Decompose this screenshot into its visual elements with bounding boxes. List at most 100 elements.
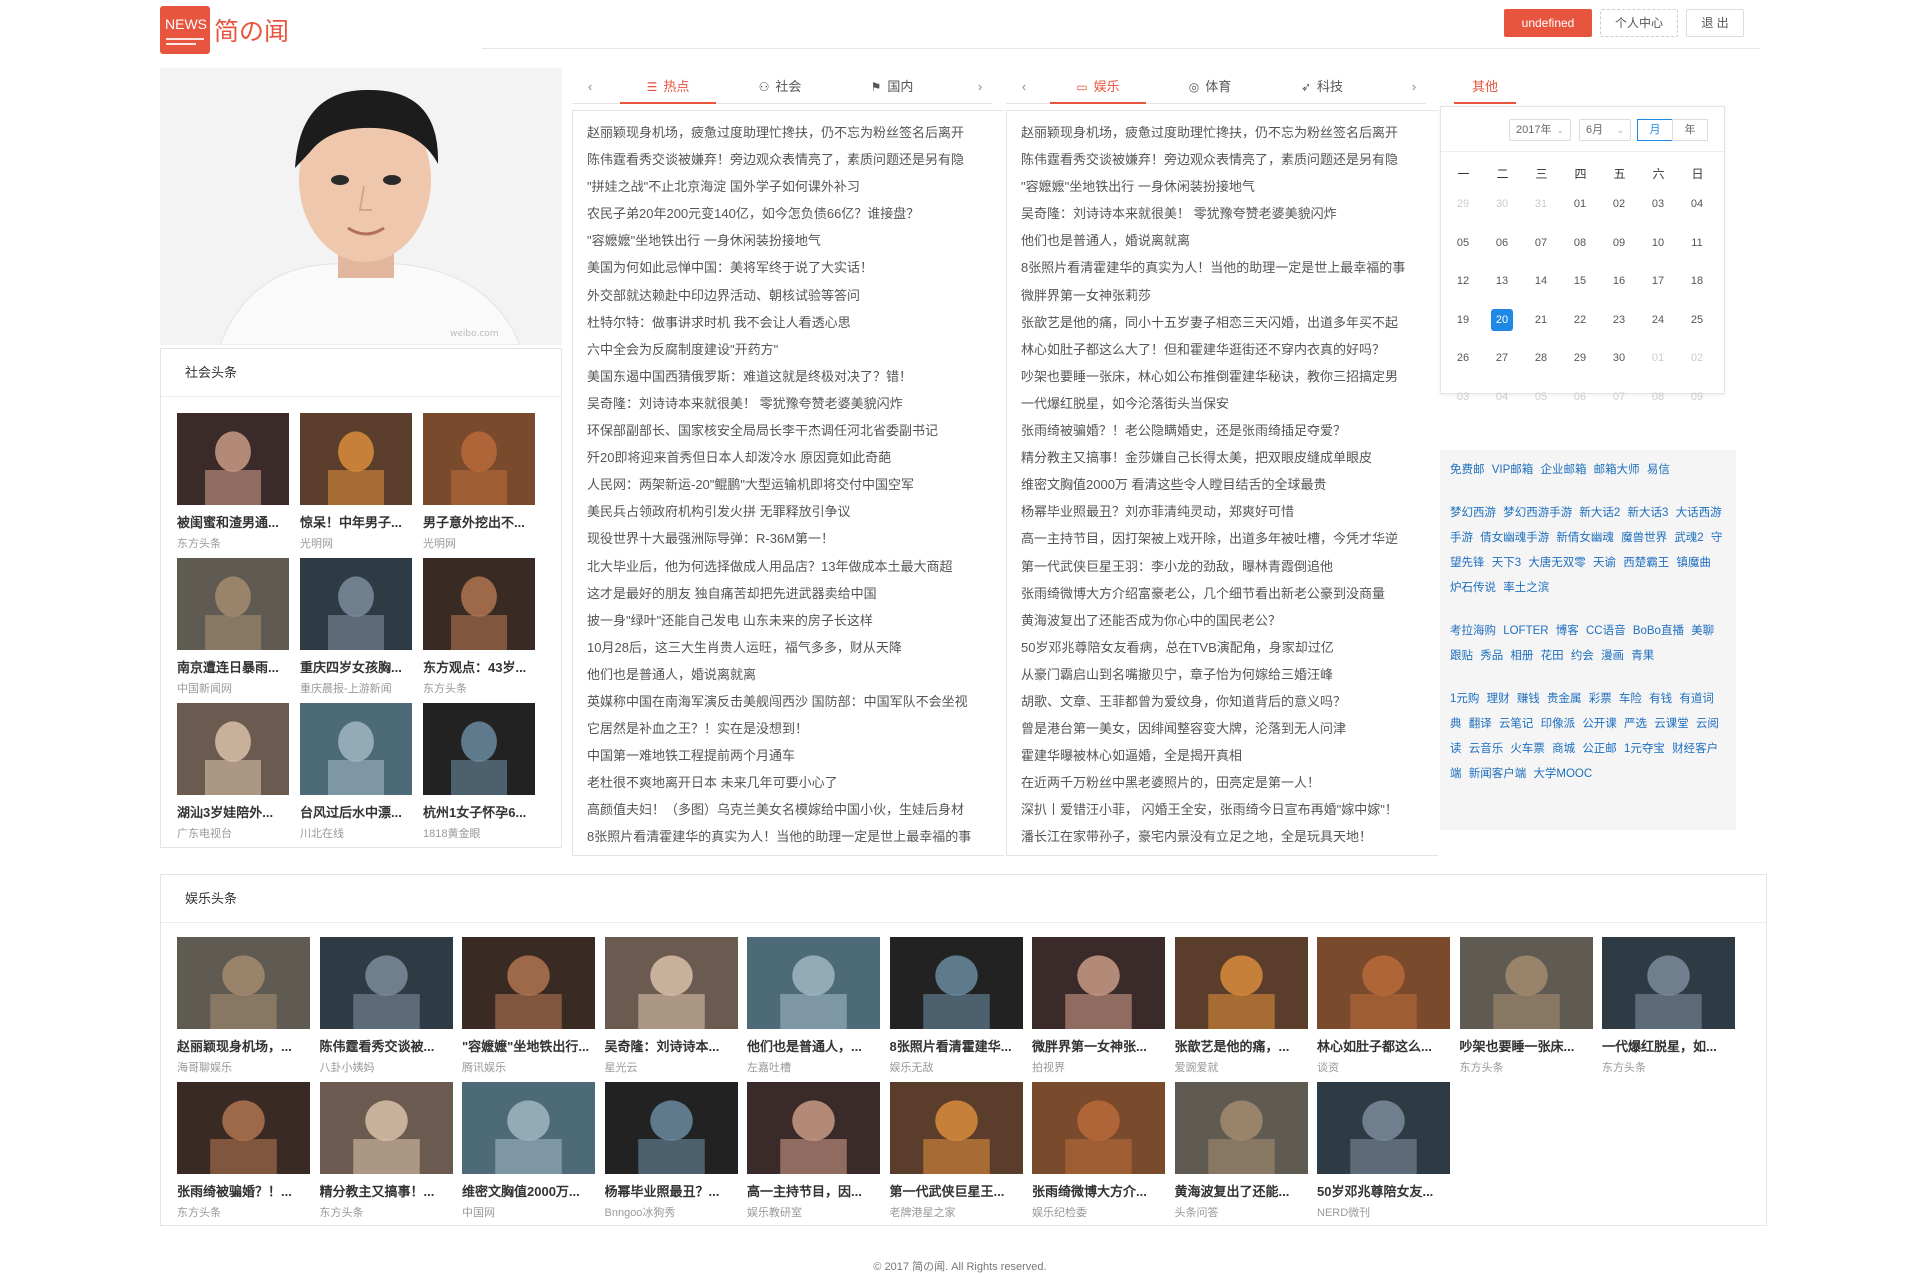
calendar-day[interactable]: 02 [1608,193,1630,215]
calendar-day[interactable]: 05 [1530,386,1552,408]
quick-link[interactable]: 武魂2 [1674,532,1703,544]
calendar-day[interactable]: 22 [1569,309,1591,331]
quick-link[interactable]: 倩女幽魂手游 [1480,532,1549,544]
quick-link[interactable]: 新倩女幽魂 [1556,532,1614,544]
entertainment-news-card[interactable]: 微胖界第一女神张... 拍视界 [1032,937,1165,1075]
calendar-day[interactable]: 02 [1686,347,1708,369]
tab-hot[interactable]: ☰ 热点 [620,74,716,104]
news-card-title[interactable]: 惊呆！中年男子... [300,512,412,531]
entertainment-news-card[interactable]: 陈伟霆看秀交谈被... 八卦小姨妈 [319,937,453,1075]
news-card-title[interactable]: 吵架也要睡一张床... [1460,1036,1593,1055]
news-card-title[interactable]: 陈伟霆看秀交谈被... [320,1036,453,1055]
quick-link[interactable]: 易信 [1647,464,1670,476]
news-list-item[interactable]: 一代爆红脱星，如今沦落街头当保安 [1007,390,1438,417]
social-news-card[interactable]: 台风过后水中漂... 川北在线 [300,703,412,841]
tab-entertainment[interactable]: ▭ 娱乐 [1050,74,1146,104]
calendar-day[interactable]: 27 [1491,347,1513,369]
calendar-day[interactable]: 04 [1491,386,1513,408]
news-card-title[interactable]: 东方观点：43岁... [423,657,535,676]
calendar-day[interactable]: 06 [1491,232,1513,254]
calendar-day[interactable]: 13 [1491,270,1513,292]
news-card-title[interactable]: 黄海波复出了还能... [1175,1181,1308,1200]
news-list-item[interactable]: "容嬷嬷"坐地铁出行 一身休闲装扮接地气 [1007,173,1438,200]
calendar-day[interactable]: 16 [1608,270,1630,292]
news-thumbnail[interactable] [300,703,412,795]
calendar-day[interactable]: 17 [1647,270,1669,292]
quick-link[interactable]: 贵金属 [1547,693,1582,705]
quick-link[interactable]: LOFTER [1503,625,1548,637]
quick-link[interactable]: BoBo直播 [1633,625,1684,637]
news-list-item[interactable]: 在近两千万粉丝中黑老婆照片的，田亮定是第一人！ [1007,769,1438,796]
news-thumbnail[interactable] [1317,937,1450,1029]
social-news-card[interactable]: 杭州1女子怀孕6... 1818黄金眼 [423,703,535,841]
calendar-day[interactable]: 09 [1686,386,1708,408]
site-name[interactable]: 简の闻 [214,12,289,48]
news-thumbnail[interactable] [423,413,535,505]
calendar-day[interactable]: 05 [1452,232,1474,254]
news-card-title[interactable]: 张雨绮微博大方介... [1032,1181,1165,1200]
news-list-item[interactable]: 六中全会为反腐制度建设"开药方" [573,336,1004,363]
quick-link[interactable]: 赚钱 [1517,693,1540,705]
quick-link[interactable]: 理财 [1487,693,1510,705]
news-thumbnail[interactable] [177,558,289,650]
news-list-item[interactable]: 吴奇隆：刘诗诗本来就很美！ 零犹豫夸赞老婆美貌闪炸 [1007,200,1438,227]
month-select[interactable]: 6月 ⌄ [1579,119,1631,141]
user-button[interactable]: undefined [1504,9,1592,37]
news-card-title[interactable]: 8张照片看清霍建华... [890,1036,1023,1055]
next-arrow-icon[interactable]: › [972,74,988,104]
quick-link[interactable]: 翻译 [1469,718,1492,730]
calendar-day[interactable]: 24 [1647,309,1669,331]
prev-arrow-icon[interactable]: ‹ [1016,74,1032,104]
news-list-item[interactable]: 披一身"绿叶"还能自己发电 山东未来的房子长这样 [573,607,1004,634]
calendar-day[interactable]: 18 [1686,270,1708,292]
quick-link[interactable]: 相册 [1510,650,1533,662]
entertainment-news-card[interactable]: 第一代武侠巨星王... 老牌港星之家 [889,1082,1023,1220]
calendar-day[interactable]: 29 [1569,347,1591,369]
quick-link[interactable]: 秀品 [1480,650,1503,662]
news-card-title[interactable]: 台风过后水中漂... [300,802,412,821]
news-card-title[interactable]: 第一代武侠巨星王... [890,1181,1023,1200]
news-thumbnail[interactable] [300,413,412,505]
quick-link[interactable]: 免费邮 [1450,464,1485,476]
profile-center-button[interactable]: 个人中心 [1600,9,1678,37]
news-card-title[interactable]: 张歆艺是他的痛，... [1175,1036,1308,1055]
social-news-card[interactable]: 被闺蜜和渣男通... 东方头条 [177,413,289,551]
entertainment-news-card[interactable]: 维密文胸值2000万... 中国网 [462,1082,595,1220]
news-card-title[interactable]: 吴奇隆：刘诗诗本... [605,1036,738,1055]
news-list-item[interactable]: 维密文胸值2000万 看清这些令人瞠目结舌的全球最贵 [1007,471,1438,498]
calendar-day[interactable]: 31 [1530,193,1552,215]
news-card-title[interactable]: 林心如肚子都这么... [1317,1036,1450,1055]
news-thumbnail[interactable] [1032,937,1165,1029]
entertainment-news-card[interactable]: 一代爆红脱星，如... 东方头条 [1602,937,1735,1075]
news-card-title[interactable]: 维密文胸值2000万... [462,1181,595,1200]
news-thumbnail[interactable] [1459,937,1593,1029]
year-select[interactable]: 2017年 ⌄ [1509,119,1571,141]
news-card-title[interactable]: 湖汕3岁娃陪外... [177,802,289,821]
quick-link[interactable]: 博客 [1556,625,1579,637]
quick-link[interactable]: 印像派 [1541,718,1576,730]
news-card-title[interactable]: 一代爆红脱星，如... [1602,1036,1735,1055]
calendar-day[interactable]: 10 [1647,232,1669,254]
news-list-item[interactable]: 第一代武侠巨星王羽：李小龙的劲敌，曝林青霞倒追他 [1007,553,1438,580]
quick-link[interactable]: 新闻客户端 [1469,768,1527,780]
news-card-title[interactable]: 男子意外挖出不... [423,512,535,531]
quick-link[interactable]: 公开课 [1582,718,1617,730]
news-thumbnail[interactable] [889,937,1023,1029]
news-list-item[interactable]: 微胖界第一女神张莉莎 [1007,282,1438,309]
news-thumbnail[interactable] [423,558,535,650]
quick-link[interactable]: 邮箱大师 [1594,464,1640,476]
news-thumbnail[interactable] [604,937,738,1029]
news-list-item[interactable]: 歼20即将迎来首秀但日本人却泼冷水 原因竟如此奇葩 [573,444,1004,471]
quick-link[interactable]: 1元夺宝 [1624,743,1665,755]
news-list-item[interactable]: "拼娃之战"不止北京海淀 国外学子如何课外补习 [573,173,1004,200]
news-list-item[interactable]: 北大毕业后，他为何选择做成人用品店？13年做成本土最大商超 [573,553,1004,580]
news-list-item[interactable]: "容嬷嬷"坐地铁出行 一身休闲装扮接地气 [573,227,1004,254]
news-list-item[interactable]: 吴奇隆：刘诗诗本来就很美！ 零犹豫夸赞老婆美貌闪炸 [573,390,1004,417]
quick-link[interactable]: 约会 [1571,650,1594,662]
news-list-item[interactable]: 赵丽颖现身机场，疲惫过度助理忙搀扶，仍不忘为粉丝签名后离开 [573,119,1004,146]
quick-link[interactable]: 镇魔曲 [1676,557,1711,569]
calendar-day[interactable]: 21 [1530,309,1552,331]
news-thumbnail[interactable] [747,1082,880,1174]
quick-link[interactable]: 魔兽世界 [1621,532,1667,544]
calendar-day[interactable]: 03 [1647,193,1669,215]
